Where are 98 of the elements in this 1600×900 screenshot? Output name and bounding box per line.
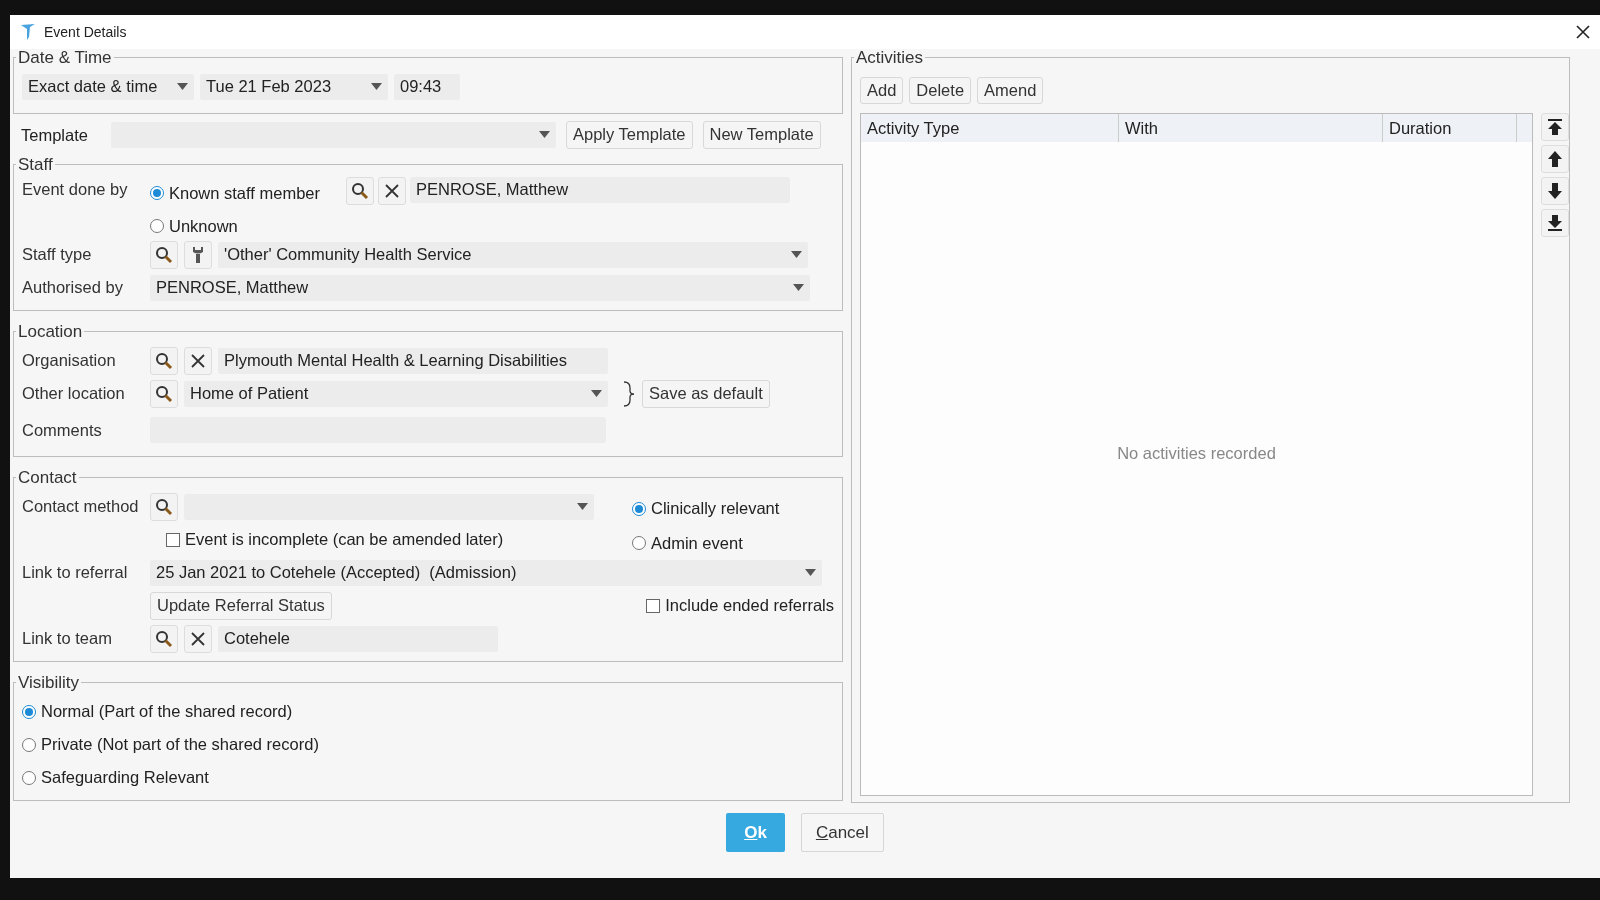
dropdown-caret-icon[interactable] <box>539 131 550 139</box>
move-up-icon <box>1545 149 1565 169</box>
dropdown-field[interactable]: Tue 21 Feb 2023 <box>200 73 388 100</box>
dropdown-field[interactable]: 25 Jan 2021 to Cotehele (Accepted) (Admission) <box>150 559 822 586</box>
close-icon[interactable] <box>1576 25 1590 39</box>
dropdown-caret-icon[interactable] <box>791 251 802 259</box>
search-icon <box>155 245 173 264</box>
brace-icon <box>622 380 636 407</box>
dropdown-caret-icon[interactable] <box>371 83 382 90</box>
radio-option[interactable]: Admin event <box>632 531 780 556</box>
move-to-top-icon <box>1545 117 1565 137</box>
close-icon <box>385 183 399 198</box>
checkbox-option[interactable]: Include ended referrals <box>646 593 834 619</box>
move-to-bottom-button[interactable] <box>1541 209 1569 237</box>
input-field[interactable]: Cotehele <box>218 625 498 652</box>
input-field[interactable]: Plymouth Mental Health & Learning Disabilities <box>218 347 608 374</box>
dropdown-caret-icon[interactable] <box>577 503 588 511</box>
search-icon <box>155 384 173 403</box>
radio-button[interactable] <box>632 536 646 551</box>
group-title: Activities <box>855 49 925 66</box>
group-title: Contact <box>17 469 78 487</box>
search-icon <box>155 497 173 516</box>
column-header[interactable]: With <box>1119 114 1383 142</box>
search-button[interactable] <box>346 176 374 205</box>
group-title: Visibility <box>17 674 81 692</box>
checkbox[interactable] <box>646 598 661 613</box>
radio-button[interactable] <box>150 186 164 201</box>
field-label: Staff type <box>22 244 93 266</box>
wrench-button[interactable] <box>184 240 212 269</box>
column-header[interactable]: Duration <box>1383 114 1517 142</box>
radio-button[interactable] <box>632 501 646 516</box>
radio-button[interactable] <box>22 770 36 785</box>
group-title: Date & Time <box>17 49 113 66</box>
empty-message: No activities recorded <box>1117 442 1276 464</box>
search-button[interactable] <box>150 379 178 408</box>
app-logo-icon <box>20 23 36 41</box>
button[interactable]: Apply Template <box>566 121 693 149</box>
dropdown-caret-icon[interactable] <box>793 284 804 292</box>
group-title: Location <box>17 323 84 341</box>
clear-button[interactable] <box>378 176 406 205</box>
dropdown-caret-icon[interactable] <box>805 569 816 577</box>
dropdown-field[interactable]: 'Other' Community Health Service <box>218 241 808 268</box>
radio-option[interactable]: Clinically relevant <box>632 496 780 522</box>
dropdown-caret-icon[interactable] <box>177 83 188 90</box>
button[interactable]: Update Referral Status <box>150 591 332 620</box>
field-label: Organisation <box>22 350 117 372</box>
radio-option[interactable]: Safeguarding Relevant <box>22 765 209 791</box>
checkbox[interactable] <box>166 532 180 547</box>
radio-option[interactable]: Private (Not part of the shared record) <box>22 732 319 758</box>
field-label: Comments <box>22 419 103 441</box>
dropdown-field[interactable]: PENROSE, Matthew <box>150 274 810 301</box>
clear-button[interactable] <box>184 624 212 653</box>
checkbox-option[interactable]: Event is incomplete (can be amended later) <box>166 527 504 553</box>
wrench-icon <box>191 245 205 264</box>
search-icon <box>155 629 173 648</box>
search-icon <box>155 351 173 370</box>
radio-button[interactable] <box>150 218 164 233</box>
search-button[interactable] <box>150 240 178 269</box>
close-icon <box>191 631 205 646</box>
radio-option[interactable]: Normal (Part of the shared record) <box>22 699 293 725</box>
radio-button[interactable] <box>22 737 36 752</box>
radio-option[interactable]: Known staff member <box>150 180 340 206</box>
dropdown-field[interactable]: Home of Patient <box>184 380 608 407</box>
cancel-button[interactable]: Cancel <box>800 812 884 852</box>
group-title: Staff <box>17 155 54 173</box>
dropdown-caret-icon[interactable] <box>591 390 602 398</box>
move-down-icon <box>1545 181 1565 201</box>
field-label: Other location <box>22 383 126 405</box>
move-to-top-button[interactable] <box>1541 113 1569 141</box>
dropdown-field[interactable] <box>184 493 594 520</box>
button[interactable]: Save as default <box>642 379 770 408</box>
search-icon <box>351 181 369 200</box>
button[interactable]: Delete <box>909 76 972 105</box>
field-label: Template <box>21 124 89 146</box>
move-to-bottom-icon <box>1545 213 1565 233</box>
column-header[interactable]: Activity Type <box>861 114 1119 142</box>
clear-button[interactable] <box>184 346 212 375</box>
field-label: Event done by <box>22 178 129 200</box>
radio-button[interactable] <box>22 704 36 719</box>
button[interactable]: Add <box>860 76 904 105</box>
window-title: Event Details <box>44 22 127 42</box>
button[interactable]: Amend <box>977 76 1044 105</box>
dropdown-field[interactable]: Exact date & time <box>22 73 194 100</box>
search-button[interactable] <box>150 624 178 653</box>
field-label: Authorised by <box>22 277 124 299</box>
input-field[interactable]: 09:43 <box>394 73 460 100</box>
close-icon <box>191 353 205 368</box>
search-button[interactable] <box>150 346 178 375</box>
search-button[interactable] <box>150 492 178 521</box>
input-field[interactable]: PENROSE, Matthew <box>410 176 790 203</box>
field-label: Link to referral <box>22 562 129 584</box>
field-label: Contact method <box>22 496 140 518</box>
field-label: Link to team <box>22 628 113 650</box>
move-down-button[interactable] <box>1541 177 1569 205</box>
move-up-button[interactable] <box>1541 145 1569 173</box>
dropdown-field[interactable] <box>111 121 556 148</box>
radio-option[interactable]: Unknown <box>150 213 340 239</box>
button[interactable]: New Template <box>702 121 821 149</box>
